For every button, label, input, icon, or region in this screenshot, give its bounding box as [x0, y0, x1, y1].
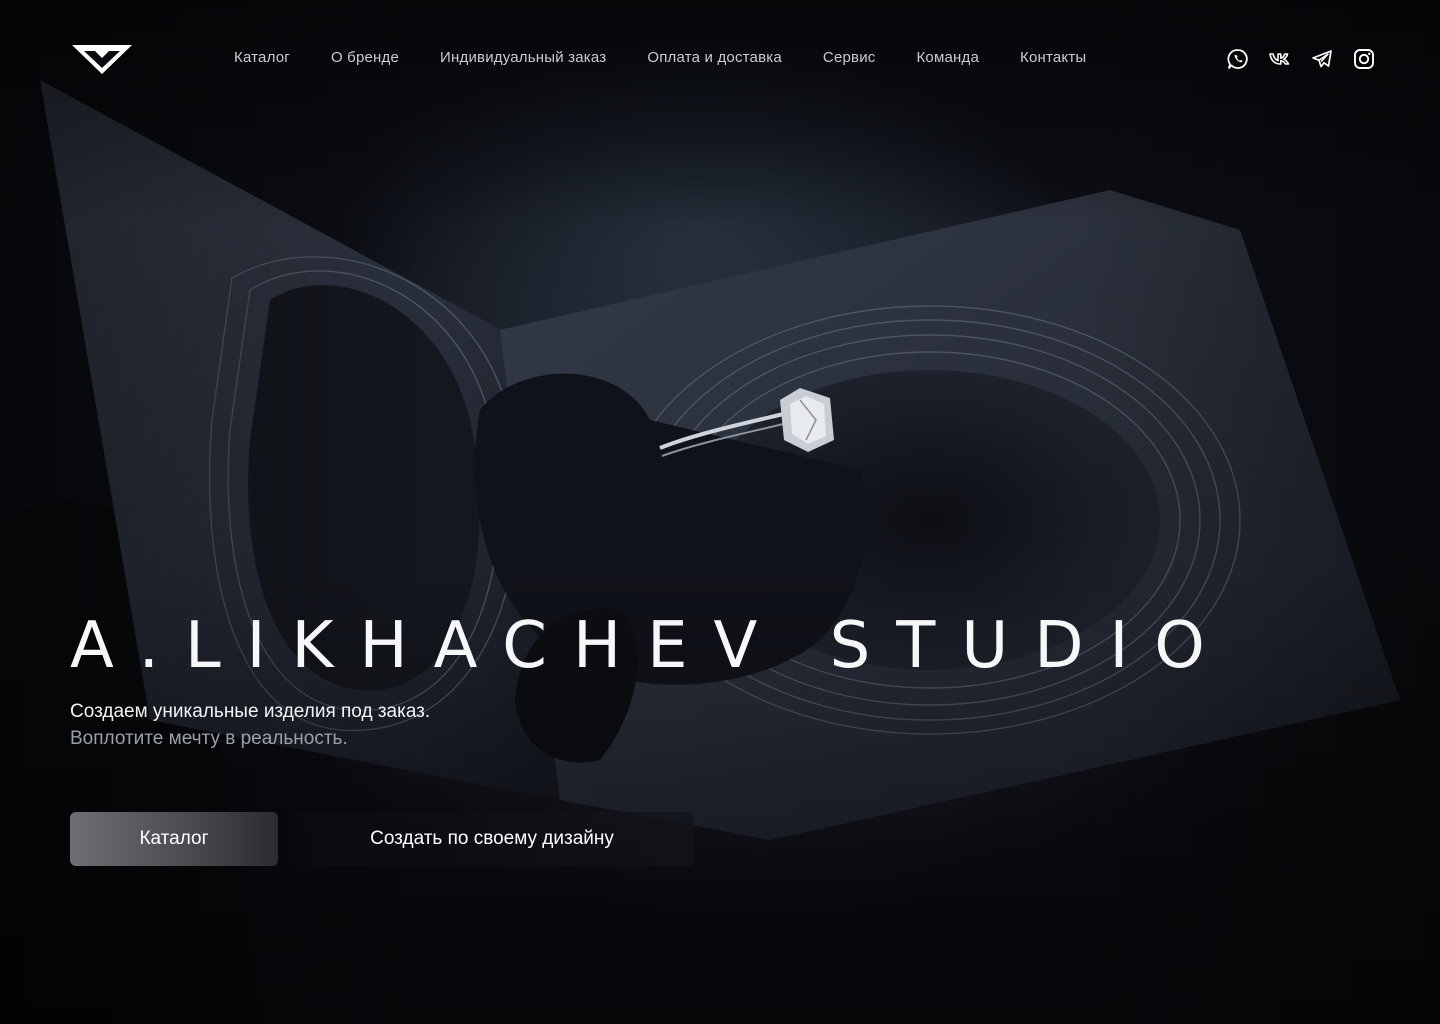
nav-item-team[interactable]: Команда: [916, 48, 979, 68]
nav-item-service[interactable]: Сервис: [823, 48, 876, 68]
main-nav: Каталог О бренде Индивидуальный заказ Оп…: [234, 48, 1086, 68]
site-header: Каталог О бренде Индивидуальный заказ Оп…: [0, 0, 1440, 120]
instagram-icon[interactable]: [1352, 47, 1376, 71]
hero-subtitle-line1: Создаем уникальные изделия под заказ.: [70, 701, 431, 722]
whatsapp-icon[interactable]: [1226, 47, 1250, 71]
vk-icon[interactable]: [1268, 47, 1292, 71]
diamond-v-logo-icon[interactable]: [70, 42, 134, 76]
hero-subtitle-line2: Воплотите мечту в реальность.: [70, 728, 348, 749]
hero-title: A.LIKHACHEV STUDIO: [70, 609, 1231, 683]
nav-item-catalog[interactable]: Каталог: [234, 48, 290, 68]
social-links: [1226, 47, 1376, 71]
hero-background: [0, 0, 1440, 1024]
nav-item-contacts[interactable]: Контакты: [1020, 48, 1086, 68]
hero-vignette: [0, 0, 1440, 1024]
catalog-button[interactable]: Каталог: [70, 812, 278, 866]
nav-item-about-brand[interactable]: О бренде: [331, 48, 399, 68]
nav-item-custom-order[interactable]: Индивидуальный заказ: [440, 48, 606, 68]
nav-item-payment-delivery[interactable]: Оплата и доставка: [647, 48, 782, 68]
telegram-icon[interactable]: [1310, 47, 1334, 71]
create-own-design-button[interactable]: Создать по своему дизайну: [290, 812, 694, 866]
